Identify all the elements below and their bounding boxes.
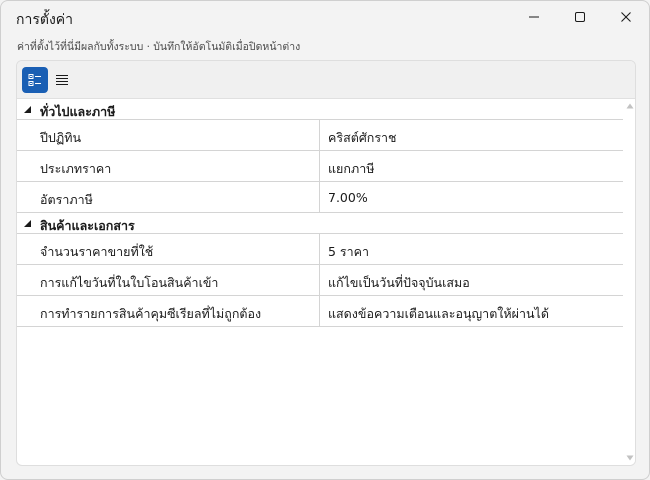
property-grid: ทั่วไปและภาษี ปีปฏิทิน คริสต์ศักราช ประเ… [17, 99, 623, 465]
settings-description: ค่าที่ตั้งไว้ที่นี่มีผลกับทั้งระบบ · บัน… [17, 41, 301, 53]
property-value[interactable]: แสดงข้อความเตือนและอนุญาตให้ผ่านได้ [328, 304, 549, 324]
scroll-down-arrow-icon[interactable] [626, 454, 634, 462]
property-grid-toolbar [17, 61, 635, 99]
property-row[interactable]: การทำรายการสินค้าคุมซีเรียลที่ไม่ถูกต้อง… [17, 296, 623, 327]
property-value[interactable]: คริสต์ศักราช [328, 128, 397, 148]
property-name: ประเภทราคา [40, 161, 112, 176]
window-title: การตั้งค่า [16, 12, 74, 28]
categorized-view-icon [28, 74, 41, 86]
alphabetical-view-button[interactable] [49, 67, 75, 93]
property-row[interactable]: ปีปฏิทิน คริสต์ศักราช [17, 120, 623, 151]
property-row[interactable]: อัตราภาษี 7.00% [17, 182, 623, 213]
column-divider[interactable] [319, 234, 320, 265]
category-row-general-tax[interactable]: ทั่วไปและภาษี [17, 99, 623, 120]
column-divider[interactable] [319, 120, 320, 151]
alphabetical-view-icon [56, 75, 68, 85]
property-row[interactable]: ประเภทราคา แยกภาษี [17, 151, 623, 182]
scroll-up-arrow-icon[interactable] [626, 102, 634, 110]
column-divider[interactable] [319, 182, 320, 213]
property-value[interactable]: 7.00% [328, 190, 368, 205]
property-row[interactable]: การแก้ไขวันที่ในใบโอนสินค้าเข้า แก้ไขเป็… [17, 265, 623, 296]
property-name: การแก้ไขวันที่ในใบโอนสินค้าเข้า [40, 275, 219, 290]
maximize-icon [575, 12, 585, 22]
minimize-button[interactable] [511, 1, 557, 33]
column-divider[interactable] [319, 265, 320, 296]
property-value[interactable]: 5 ราคา [328, 242, 369, 262]
property-value[interactable]: แยกภาษี [328, 159, 374, 179]
vertical-scrollbar[interactable] [623, 99, 635, 465]
property-grid-panel: ทั่วไปและภาษี ปีปฏิทิน คริสต์ศักราช ประเ… [16, 60, 636, 466]
property-name: ปีปฏิทิน [40, 130, 82, 145]
category-row-products-documents[interactable]: สินค้าและเอกสาร [17, 213, 623, 234]
maximize-button[interactable] [557, 1, 603, 33]
column-divider[interactable] [319, 296, 320, 327]
property-name: จำนวนราคาขายที่ใช้ [40, 244, 154, 259]
collapse-triangle-icon[interactable] [23, 105, 32, 114]
category-label: ทั่วไปและภาษี [40, 104, 116, 119]
close-icon [621, 12, 631, 22]
minimize-icon [529, 16, 539, 18]
column-divider[interactable] [319, 151, 320, 182]
categorized-view-button[interactable] [22, 67, 48, 93]
property-row[interactable]: จำนวนราคาขายที่ใช้ 5 ราคา [17, 234, 623, 265]
title-bar[interactable]: การตั้งค่า [1, 1, 649, 35]
category-label: สินค้าและเอกสาร [40, 218, 135, 233]
property-value[interactable]: แก้ไขเป็นวันที่ปัจจุบันเสมอ [328, 273, 470, 293]
close-button[interactable] [603, 1, 649, 33]
property-name: การทำรายการสินค้าคุมซีเรียลที่ไม่ถูกต้อง [40, 306, 262, 321]
collapse-triangle-icon[interactable] [23, 219, 32, 228]
settings-window: การตั้งค่า ค่าที่ตั้งไว้ที่นี่มีผลกับทั้… [0, 0, 650, 480]
property-name: อัตราภาษี [40, 192, 93, 207]
